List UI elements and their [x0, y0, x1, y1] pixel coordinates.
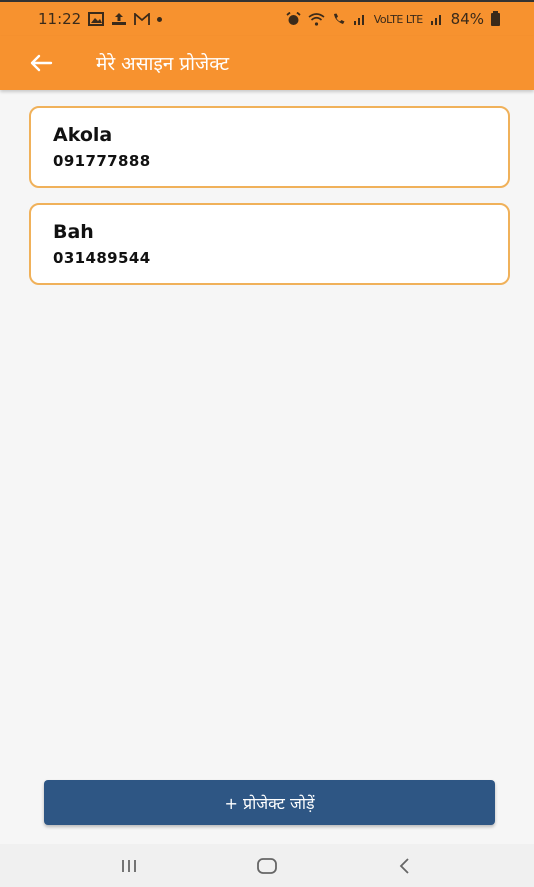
call-signal-icon [332, 12, 346, 26]
project-phone: 031489544 [53, 249, 151, 267]
project-name: Bah [53, 221, 94, 243]
app-bar: मेरे असाइन प्रोजेक्ट [0, 36, 534, 90]
network-label: VoLTE LTE [373, 12, 423, 26]
battery-icon [491, 10, 500, 26]
back-icon[interactable] [380, 851, 430, 881]
system-nav-bar [0, 844, 534, 887]
project-name: Akola [53, 124, 113, 146]
dot-icon [157, 16, 163, 22]
gallery-icon [88, 12, 105, 26]
project-card-bah[interactable]: Bah 031489544 [29, 203, 510, 285]
home-icon[interactable] [242, 851, 292, 881]
mail-icon [134, 12, 151, 26]
alarm-icon [286, 12, 301, 26]
page-title: मेरे असाइन प्रोजेक्ट [96, 53, 230, 75]
back-arrow-icon[interactable] [28, 50, 54, 76]
status-right: VoLTE LTE 84% [286, 10, 500, 28]
signal-icon [430, 13, 444, 25]
battery-percent: 84% [450, 10, 484, 28]
wifi-icon [308, 12, 325, 26]
add-project-button[interactable]: + प्रोजेक्ट जोड़ें [44, 780, 495, 825]
status-bar: 11:22 VoLTE LTE 84% [0, 0, 534, 36]
project-card-akola[interactable]: Akola 091777888 [29, 106, 510, 188]
upload-icon [111, 12, 127, 26]
status-left: 11:22 [38, 10, 163, 28]
project-phone: 091777888 [53, 152, 151, 170]
recent-apps-icon[interactable] [104, 851, 154, 881]
signal-icon [353, 13, 367, 25]
status-time: 11:22 [38, 10, 82, 28]
